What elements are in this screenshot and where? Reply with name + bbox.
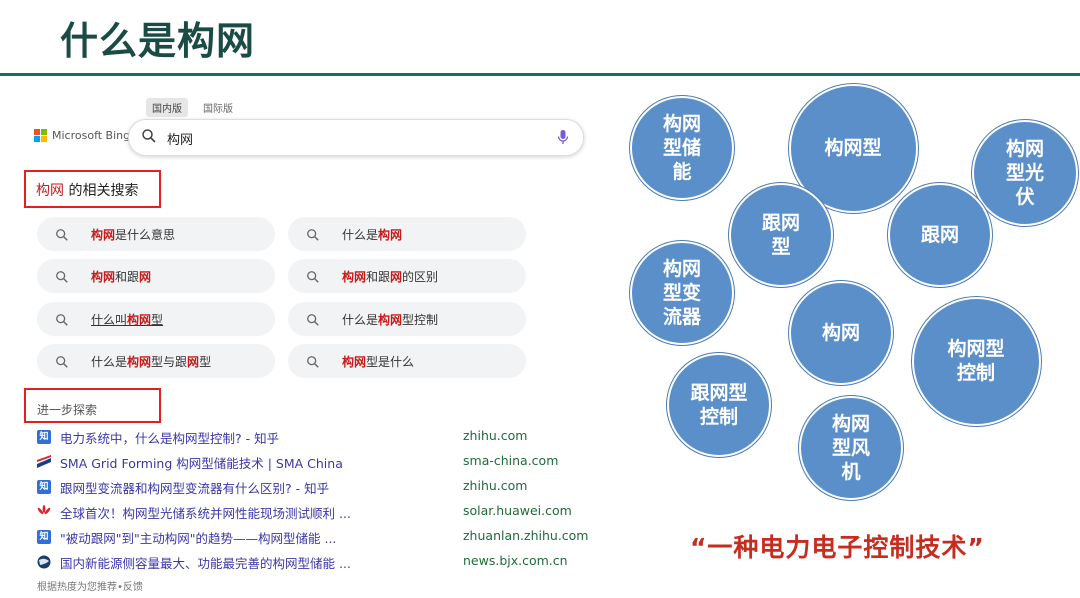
bing-logo[interactable]: Microsoft Bing: [34, 129, 130, 142]
concept-bubble: 构网 型风 机: [799, 396, 903, 500]
related-search-label: 构网和跟网: [91, 270, 152, 284]
search-icon: [306, 227, 320, 246]
related-search-label: 什么叫构网型: [91, 313, 164, 327]
slogan: “一种电力电子控制技术”: [690, 533, 985, 562]
concept-bubble: 构网型 控制: [911, 296, 1041, 426]
concept-bubble: 构网 型变 流器: [630, 241, 734, 345]
search-input[interactable]: 构网: [128, 119, 584, 156]
result-domain: zhihu.com: [463, 428, 528, 443]
related-search-item[interactable]: 什么是构网: [288, 217, 526, 251]
microsoft-logo-icon: [34, 129, 47, 142]
related-search-item[interactable]: 构网是什么意思: [37, 217, 275, 251]
concept-bubble: 构网: [789, 281, 893, 385]
zhihu-icon: 知: [37, 480, 51, 494]
related-search-item[interactable]: 什么是构网型控制: [288, 302, 526, 336]
tab-international[interactable]: 国际版: [197, 98, 239, 117]
search-query[interactable]: 构网: [167, 129, 193, 148]
feedback-footnote[interactable]: 根据热度为您推荐•反馈: [37, 578, 143, 593]
result-title-link[interactable]: 全球首次！构网型光储系统并网性能现场测试顺利 ...: [60, 503, 351, 522]
zhihu-icon: 知: [37, 430, 51, 444]
result-domain: sma-china.com: [463, 453, 559, 468]
related-suffix: 的相关搜索: [64, 183, 139, 199]
search-result-row[interactable]: SMA Grid Forming 构网型储能技术 | SMA China sma-…: [37, 453, 597, 471]
result-domain: solar.huawei.com: [463, 503, 572, 518]
related-search-item[interactable]: 构网型是什么: [288, 344, 526, 378]
microphone-icon[interactable]: [557, 129, 569, 149]
related-search-label: 什么是构网: [342, 228, 403, 242]
search-icon: [55, 312, 69, 331]
related-search-label: 什么是构网型与跟网型: [91, 355, 212, 369]
result-title-link[interactable]: "被动跟网"到"主动构网"的趋势——构网型储能 ...: [60, 528, 336, 547]
result-title-link[interactable]: 电力系统中，什么是构网型控制? - 知乎: [60, 428, 279, 447]
logo-text: Microsoft Bing: [52, 129, 131, 142]
title-divider: [0, 73, 1080, 76]
huawei-icon: [37, 505, 51, 519]
related-search-item[interactable]: 构网和跟网的区别: [288, 259, 526, 293]
related-search-item[interactable]: 什么是构网型与跟网型: [37, 344, 275, 378]
related-searches-heading: 构网 的相关搜索: [36, 180, 138, 200]
result-domain: news.bjx.com.cn: [463, 553, 568, 568]
concept-bubble: 跟网 型: [729, 183, 833, 287]
concept-bubble: 构网 型储 能: [630, 96, 734, 200]
search-icon: [306, 269, 320, 288]
related-search-item[interactable]: 构网和跟网: [37, 259, 275, 293]
result-title-link[interactable]: 国内新能源侧容量最大、功能最完善的构网型储能 ...: [60, 553, 351, 572]
related-keyword: 构网: [36, 183, 64, 199]
search-icon: [55, 269, 69, 288]
related-search-item[interactable]: 什么叫构网型: [37, 302, 275, 336]
search-result-row[interactable]: 知电力系统中，什么是构网型控制? - 知乎 zhihu.com: [37, 428, 597, 446]
related-search-label: 构网和跟网的区别: [342, 270, 439, 284]
sma-icon: [37, 455, 51, 469]
search-result-row[interactable]: 国内新能源侧容量最大、功能最完善的构网型储能 ... news.bjx.com.c…: [37, 553, 597, 571]
search-icon: [55, 227, 69, 246]
explore-heading: 进一步探索: [37, 403, 98, 417]
related-search-label: 什么是构网型控制: [342, 313, 439, 327]
related-search-label: 构网是什么意思: [91, 228, 176, 242]
search-result-row[interactable]: 知 "被动跟网"到"主动构网"的趋势——构网型储能 ... zhuanlan.zhi…: [37, 528, 597, 546]
globe-icon: [37, 555, 51, 569]
related-search-label: 构网型是什么: [342, 355, 415, 369]
search-icon: [55, 354, 69, 373]
zhihu-icon: 知: [37, 530, 51, 544]
result-title-link[interactable]: 跟网型变流器和构网型变流器有什么区别? - 知乎: [60, 478, 329, 497]
concept-bubble: 跟网: [888, 183, 992, 287]
search-result-row[interactable]: 知跟网型变流器和构网型变流器有什么区别? - 知乎 zhihu.com: [37, 478, 597, 496]
search-icon: [306, 312, 320, 331]
result-domain: zhihu.com: [463, 478, 528, 493]
slide-title: 什么是构网: [60, 19, 256, 63]
search-result-row[interactable]: 全球首次！构网型光储系统并网性能现场测试顺利 ... solar.huawei.c…: [37, 503, 597, 521]
result-domain: zhuanlan.zhihu.com: [463, 528, 589, 543]
tab-domestic[interactable]: 国内版: [146, 98, 188, 117]
concept-bubble: 构网 型光 伏: [972, 120, 1078, 226]
concept-bubble: 跟网型 控制: [667, 353, 771, 457]
result-title-link[interactable]: SMA Grid Forming 构网型储能技术 | SMA China: [60, 453, 343, 472]
search-icon: [141, 128, 157, 148]
search-icon: [306, 354, 320, 373]
